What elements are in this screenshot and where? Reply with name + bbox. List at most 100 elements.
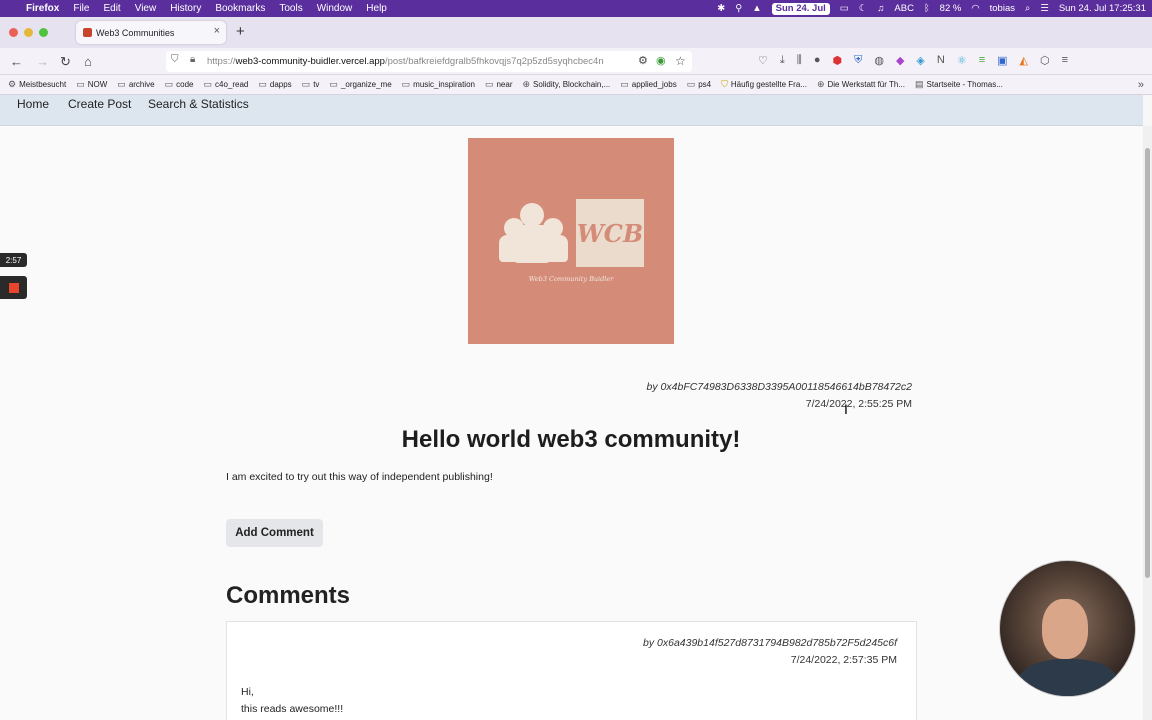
bookmark-item[interactable]: ⊕ Solidity, Blockchain,... (523, 79, 611, 90)
display-icon[interactable]: ▭ (840, 3, 849, 14)
ext-icon-4[interactable]: ≡ (979, 54, 985, 67)
new-tab-icon[interactable]: + (236, 23, 245, 40)
bluetooth-icon[interactable]: ᛒ (924, 3, 930, 14)
bookmark-item[interactable]: ▭ applied_jobs (620, 79, 676, 90)
page-icon: ▤ (915, 79, 924, 89)
nav-home-link[interactable]: Home (17, 97, 49, 111)
menu-icon[interactable]: ≡ (1062, 54, 1068, 67)
add-comment-button[interactable]: Add Comment (226, 519, 323, 547)
bookmark-star-icon[interactable]: ☆ (675, 54, 686, 68)
globe-icon: ⊕ (522, 79, 531, 89)
battery-level[interactable]: 82 % (940, 3, 962, 14)
menu-edit[interactable]: Edit (103, 3, 120, 14)
pocket-icon[interactable]: ♡ (758, 54, 768, 67)
scrollbar-thumb[interactable] (1145, 148, 1150, 578)
status-icon[interactable]: ◉ (656, 54, 666, 67)
forward-icon[interactable]: → (36, 54, 49, 69)
shield-ext-icon[interactable]: ⛨ (854, 54, 862, 67)
minimize-window-button[interactable] (24, 28, 33, 37)
ext-icon-3[interactable]: ◈ (916, 54, 924, 67)
people-icon-body (514, 225, 550, 263)
metamask-icon[interactable]: ◭ (1020, 54, 1028, 67)
chevron-right-icon[interactable]: » (1138, 79, 1144, 91)
bookmark-label: Meistbesucht (19, 80, 67, 89)
scrollbar[interactable] (1143, 126, 1152, 720)
library-icon[interactable]: ⫼ (797, 54, 802, 67)
bookmark-item[interactable]: ⊕ Die Werkstatt für Th... (817, 79, 905, 90)
url-host: web3-community-buidler.vercel.app (235, 56, 385, 67)
clock[interactable]: Sun 24. Jul 17:25:31 (1059, 3, 1146, 14)
bookmark-item[interactable]: ▭ dapps (258, 79, 291, 90)
account-icon[interactable]: ● (814, 54, 821, 67)
ext-icon-5[interactable]: ▣ (997, 54, 1007, 67)
bookmark-item[interactable]: ▭ c4o_read (203, 79, 248, 90)
recording-timer: 2:57 (0, 253, 27, 267)
text-cursor-icon: I (844, 401, 848, 417)
menu-file[interactable]: File (73, 3, 89, 14)
close-window-button[interactable] (9, 28, 18, 37)
ext-icon-2[interactable]: ◆ (896, 54, 904, 67)
menu-history[interactable]: History (170, 3, 201, 14)
extension-icon[interactable]: ⚙ (638, 54, 648, 67)
shield-icon[interactable]: ⛉ (171, 54, 179, 65)
reload-icon[interactable]: ↻ (60, 54, 71, 70)
bookmark-item[interactable]: ▭ NOW (76, 79, 107, 90)
close-tab-icon[interactable]: × (214, 25, 220, 37)
ext-icon-1[interactable]: ◍ (874, 54, 884, 67)
bookmark-item[interactable]: ▭ archive (117, 79, 154, 90)
bookmark-item[interactable]: ⛉ Häufig gestellte Fra... (721, 79, 807, 90)
wifi-icon[interactable]: ◠ (971, 3, 979, 14)
bookmark-label: Solidity, Blockchain,... (533, 80, 611, 89)
control-center-icon[interactable]: ☰ (1040, 3, 1049, 14)
url-bar[interactable]: ⛉ 🔒︎ https://web3-community-buidler.verc… (166, 51, 692, 72)
macos-menubar: Firefox File Edit View History Bookmarks… (0, 0, 1152, 17)
maximize-window-button[interactable] (39, 28, 48, 37)
nav-search-statistics-link[interactable]: Search & Statistics (148, 97, 249, 111)
stop-recording-button[interactable] (0, 276, 27, 299)
bookmark-item[interactable]: ▭ ps4 (687, 79, 711, 90)
headphones-icon[interactable]: ♫ (877, 3, 884, 14)
download-icon[interactable]: ⤓ (780, 54, 785, 67)
keyboard-layout[interactable]: ABC (894, 3, 914, 14)
bookmark-label: archive (128, 80, 155, 89)
menu-bookmarks[interactable]: Bookmarks (215, 3, 265, 14)
url-prefix: https:// (207, 56, 236, 67)
lock-icon[interactable]: 🔒︎ (190, 54, 195, 65)
extensions-icon[interactable]: ⬡ (1040, 54, 1050, 67)
menu-tools[interactable]: Tools (279, 3, 302, 14)
nav-create-post-link[interactable]: Create Post (68, 97, 131, 111)
menu-app-name[interactable]: Firefox (26, 3, 59, 14)
user-name[interactable]: tobias (990, 3, 1015, 14)
moon-icon[interactable]: ☾ (859, 3, 868, 14)
url-path: /post/bafkreiefdgralb5fhkovqjs7q2p5zd5sy… (384, 56, 604, 67)
date-badge[interactable]: Sun 24. Jul (771, 2, 830, 15)
post-image: WCB Web3 Community Buidler (468, 138, 674, 344)
back-icon[interactable]: ← (10, 54, 23, 69)
menu-help[interactable]: Help (366, 3, 387, 14)
notion-icon[interactable]: N (937, 54, 945, 67)
bookmark-item[interactable]: ▭ code (165, 79, 194, 90)
upload-icon[interactable]: ▲ (752, 3, 761, 14)
tab-title: Web3 Communities (96, 27, 175, 38)
logo-subtitle: Web3 Community Buidler (528, 275, 614, 283)
bookmarks-bar: ⚙ Meistbesucht ▭ NOW ▭ archive ▭ code ▭ c4o_r… (0, 75, 1152, 95)
bookmark-item[interactable]: ▭ music_inspiration (402, 79, 475, 90)
bookmark-label: Häufig gestellte Fra... (730, 80, 807, 89)
bookmark-item[interactable]: ▤ Startseite - Thomas... (915, 79, 1003, 90)
search-icon[interactable]: ⌕ (1025, 3, 1030, 14)
menubar-status-area: ✱ ⚲ ▲ Sun 24. Jul ▭ ☾ ♫ ABC ᛒ 82 % ◠ tob… (717, 0, 1146, 17)
menu-window[interactable]: Window (317, 3, 353, 14)
menu-view[interactable]: View (135, 3, 157, 14)
adblock-icon[interactable]: ⬢ (832, 54, 842, 67)
bookmark-item[interactable]: ▭ tv (302, 79, 320, 90)
bookmark-label: music_inspiration (413, 80, 475, 89)
post-title: Hello world web3 community! (401, 426, 741, 453)
pin-icon[interactable]: ⚲ (735, 3, 742, 14)
bookmark-item[interactable]: ▭ _organize_me (329, 79, 391, 90)
bookmark-item[interactable]: ⚙ Meistbesucht (8, 79, 66, 90)
gear-icon[interactable]: ✱ (717, 3, 725, 14)
browser-tab[interactable]: Web3 Communities × (76, 21, 226, 44)
react-icon[interactable]: ⚛ (957, 54, 967, 67)
home-icon[interactable]: ⌂ (84, 54, 92, 69)
bookmark-item[interactable]: ▭ near (485, 79, 513, 90)
